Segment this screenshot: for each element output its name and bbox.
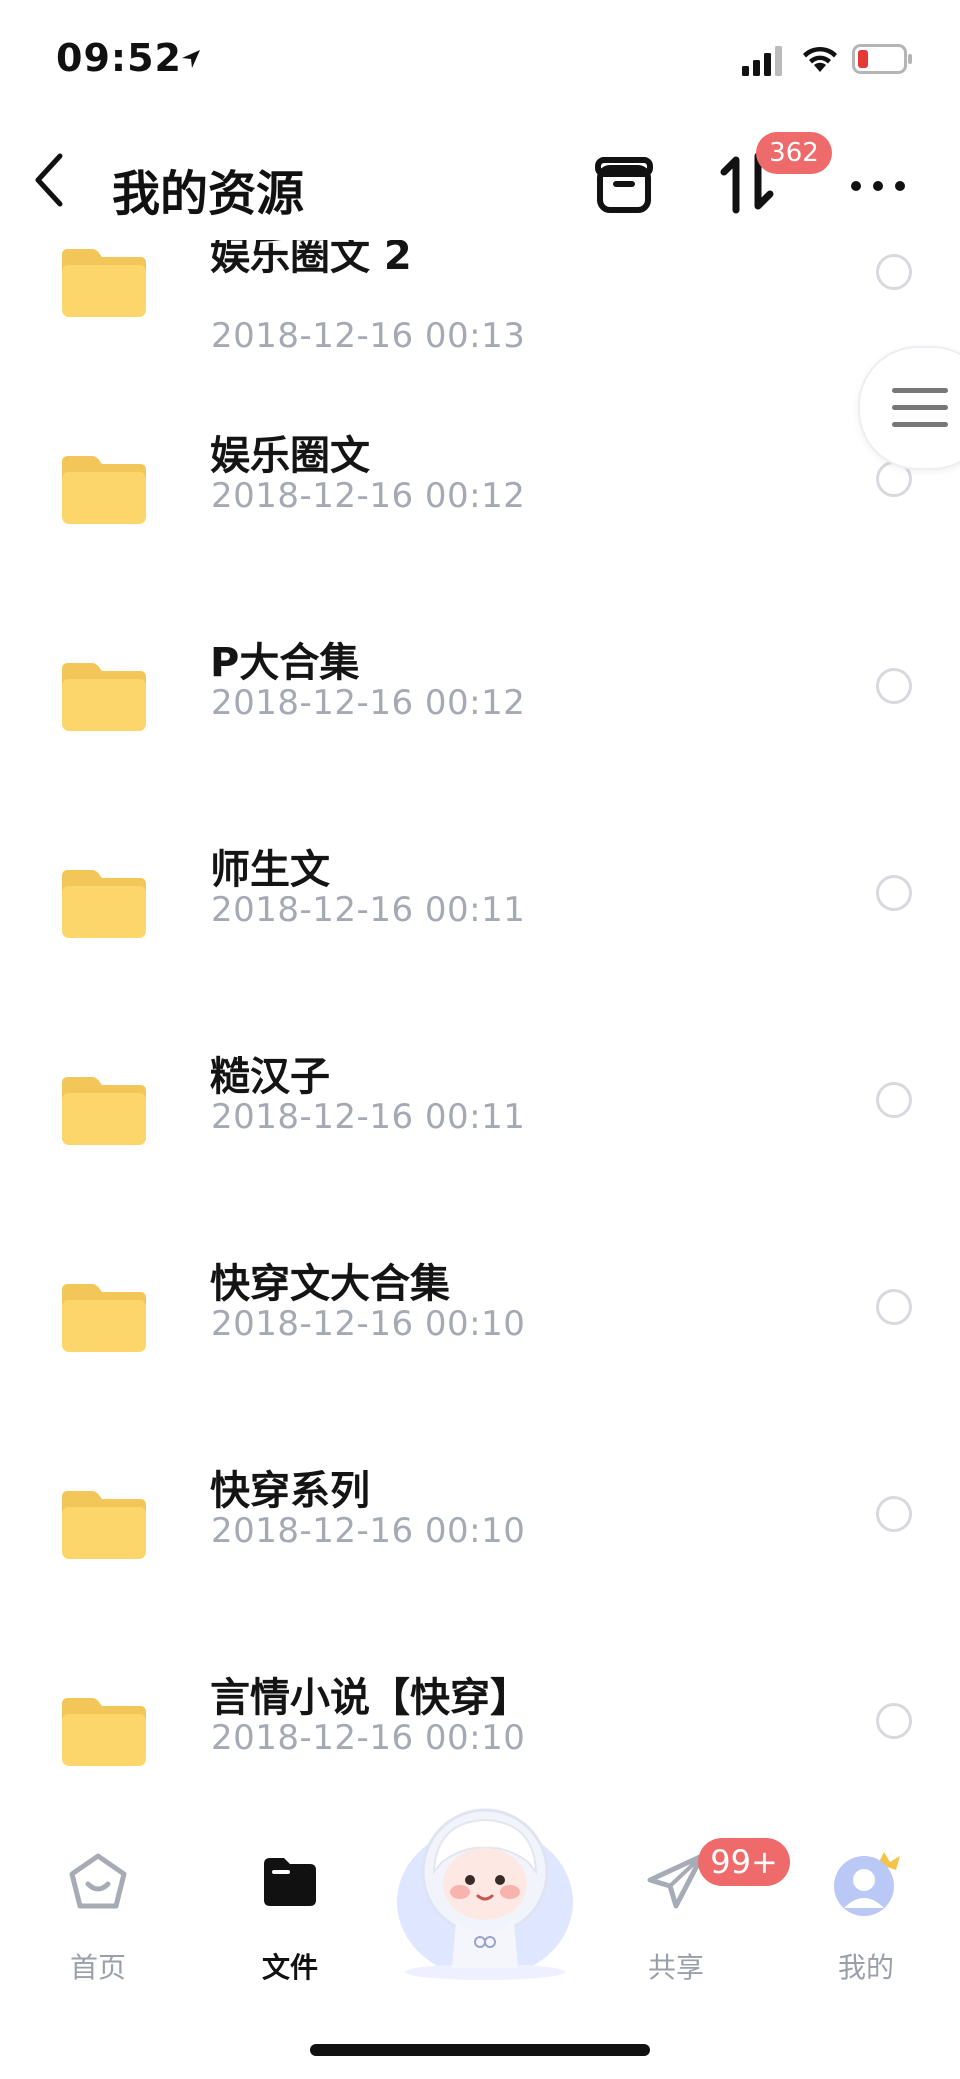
- mascot-assistant-icon[interactable]: [394, 1792, 576, 1982]
- file-row[interactable]: 快穿文大合集 2018-12-16 00:10: [0, 1168, 960, 1375]
- file-name: 糙汉子: [210, 1054, 330, 1100]
- file-row[interactable]: P大合集 2018-12-16 00:12: [0, 547, 960, 754]
- folder-icon: [62, 1284, 146, 1352]
- folder-filled-icon: [264, 1858, 316, 1906]
- folder-icon: [62, 456, 146, 524]
- folder-icon: [62, 1491, 146, 1559]
- tab-mine[interactable]: 我的: [806, 1850, 926, 1984]
- select-radio[interactable]: [876, 254, 912, 290]
- home-indicator: [310, 2044, 650, 2056]
- file-date: 2018-12-16 00:11: [211, 890, 526, 930]
- transfer-count-badge: 362: [756, 132, 832, 174]
- more-options-icon[interactable]: [846, 166, 910, 206]
- tab-files-label: 文件: [261, 1951, 318, 1984]
- folder-icon: [62, 870, 146, 938]
- file-row[interactable]: 言情小说【快穿】 2018-12-16 00:10: [0, 1582, 960, 1780]
- share-count-badge: 99+: [698, 1838, 790, 1886]
- folder-icon: [62, 663, 146, 731]
- select-radio[interactable]: [876, 1703, 912, 1739]
- select-radio[interactable]: [876, 1496, 912, 1532]
- status-bar: 09:52: [0, 0, 960, 120]
- folder-icon: [62, 1698, 146, 1766]
- cellular-signal-icon: [742, 46, 782, 76]
- tab-share-label: 共享: [647, 1951, 704, 1984]
- wifi-icon: [803, 46, 837, 72]
- file-date: 2018-12-16 00:12: [211, 683, 526, 723]
- tab-mine-label: 我的: [837, 1951, 894, 1984]
- file-row[interactable]: 师生文 2018-12-16 00:11: [0, 754, 960, 961]
- file-list: 娱乐圈文 2 2018-12-16 00:13 娱乐圈文 2018-12-16 …: [0, 240, 960, 1780]
- home-icon: [69, 1853, 127, 1909]
- status-time: 09:52: [56, 36, 182, 80]
- file-row[interactable]: 娱乐圈文 2 2018-12-16 00:13: [0, 240, 960, 356]
- file-name: P大合集: [210, 640, 360, 686]
- tab-home[interactable]: 首页: [38, 1850, 158, 1984]
- file-date: 2018-12-16 00:10: [211, 1304, 526, 1344]
- select-radio[interactable]: [876, 875, 912, 911]
- page-title: 我的资源: [112, 166, 305, 222]
- recycle-box-icon[interactable]: [592, 152, 656, 216]
- nav-header: 我的资源 362: [0, 130, 960, 240]
- battery-low-icon: [852, 44, 912, 74]
- file-date: 2018-12-16 00:10: [211, 1511, 526, 1551]
- avatar-icon: [834, 1852, 900, 1916]
- file-row[interactable]: 快穿系列 2018-12-16 00:10: [0, 1375, 960, 1582]
- tab-files[interactable]: 文件: [230, 1850, 350, 1984]
- select-radio[interactable]: [876, 1289, 912, 1325]
- file-date: 2018-12-16 00:10: [211, 1718, 526, 1758]
- tab-home-label: 首页: [69, 1951, 126, 1984]
- select-radio[interactable]: [876, 668, 912, 704]
- folder-icon: [62, 249, 146, 317]
- file-name: 师生文: [210, 847, 330, 893]
- file-name: 娱乐圈文 2: [210, 240, 412, 279]
- folder-icon: [62, 1077, 146, 1145]
- file-row[interactable]: 糙汉子 2018-12-16 00:11: [0, 961, 960, 1168]
- file-name: 言情小说【快穿】: [210, 1675, 530, 1721]
- select-radio[interactable]: [876, 1082, 912, 1118]
- file-name: 快穿文大合集: [210, 1261, 450, 1307]
- menu-lines-icon: [892, 388, 948, 427]
- location-arrow-icon: [182, 50, 200, 68]
- back-chevron-icon[interactable]: [28, 148, 78, 212]
- file-name: 快穿系列: [210, 1468, 370, 1514]
- file-date: 2018-12-16 00:12: [211, 476, 526, 516]
- file-date: 2018-12-16 00:11: [211, 1097, 526, 1137]
- bottom-tab-bar: 首页 文件 共享 99+ 我的: [0, 1780, 960, 2079]
- file-row[interactable]: 娱乐圈文 2018-12-16 00:12: [0, 340, 960, 547]
- file-name: 娱乐圈文: [210, 433, 370, 479]
